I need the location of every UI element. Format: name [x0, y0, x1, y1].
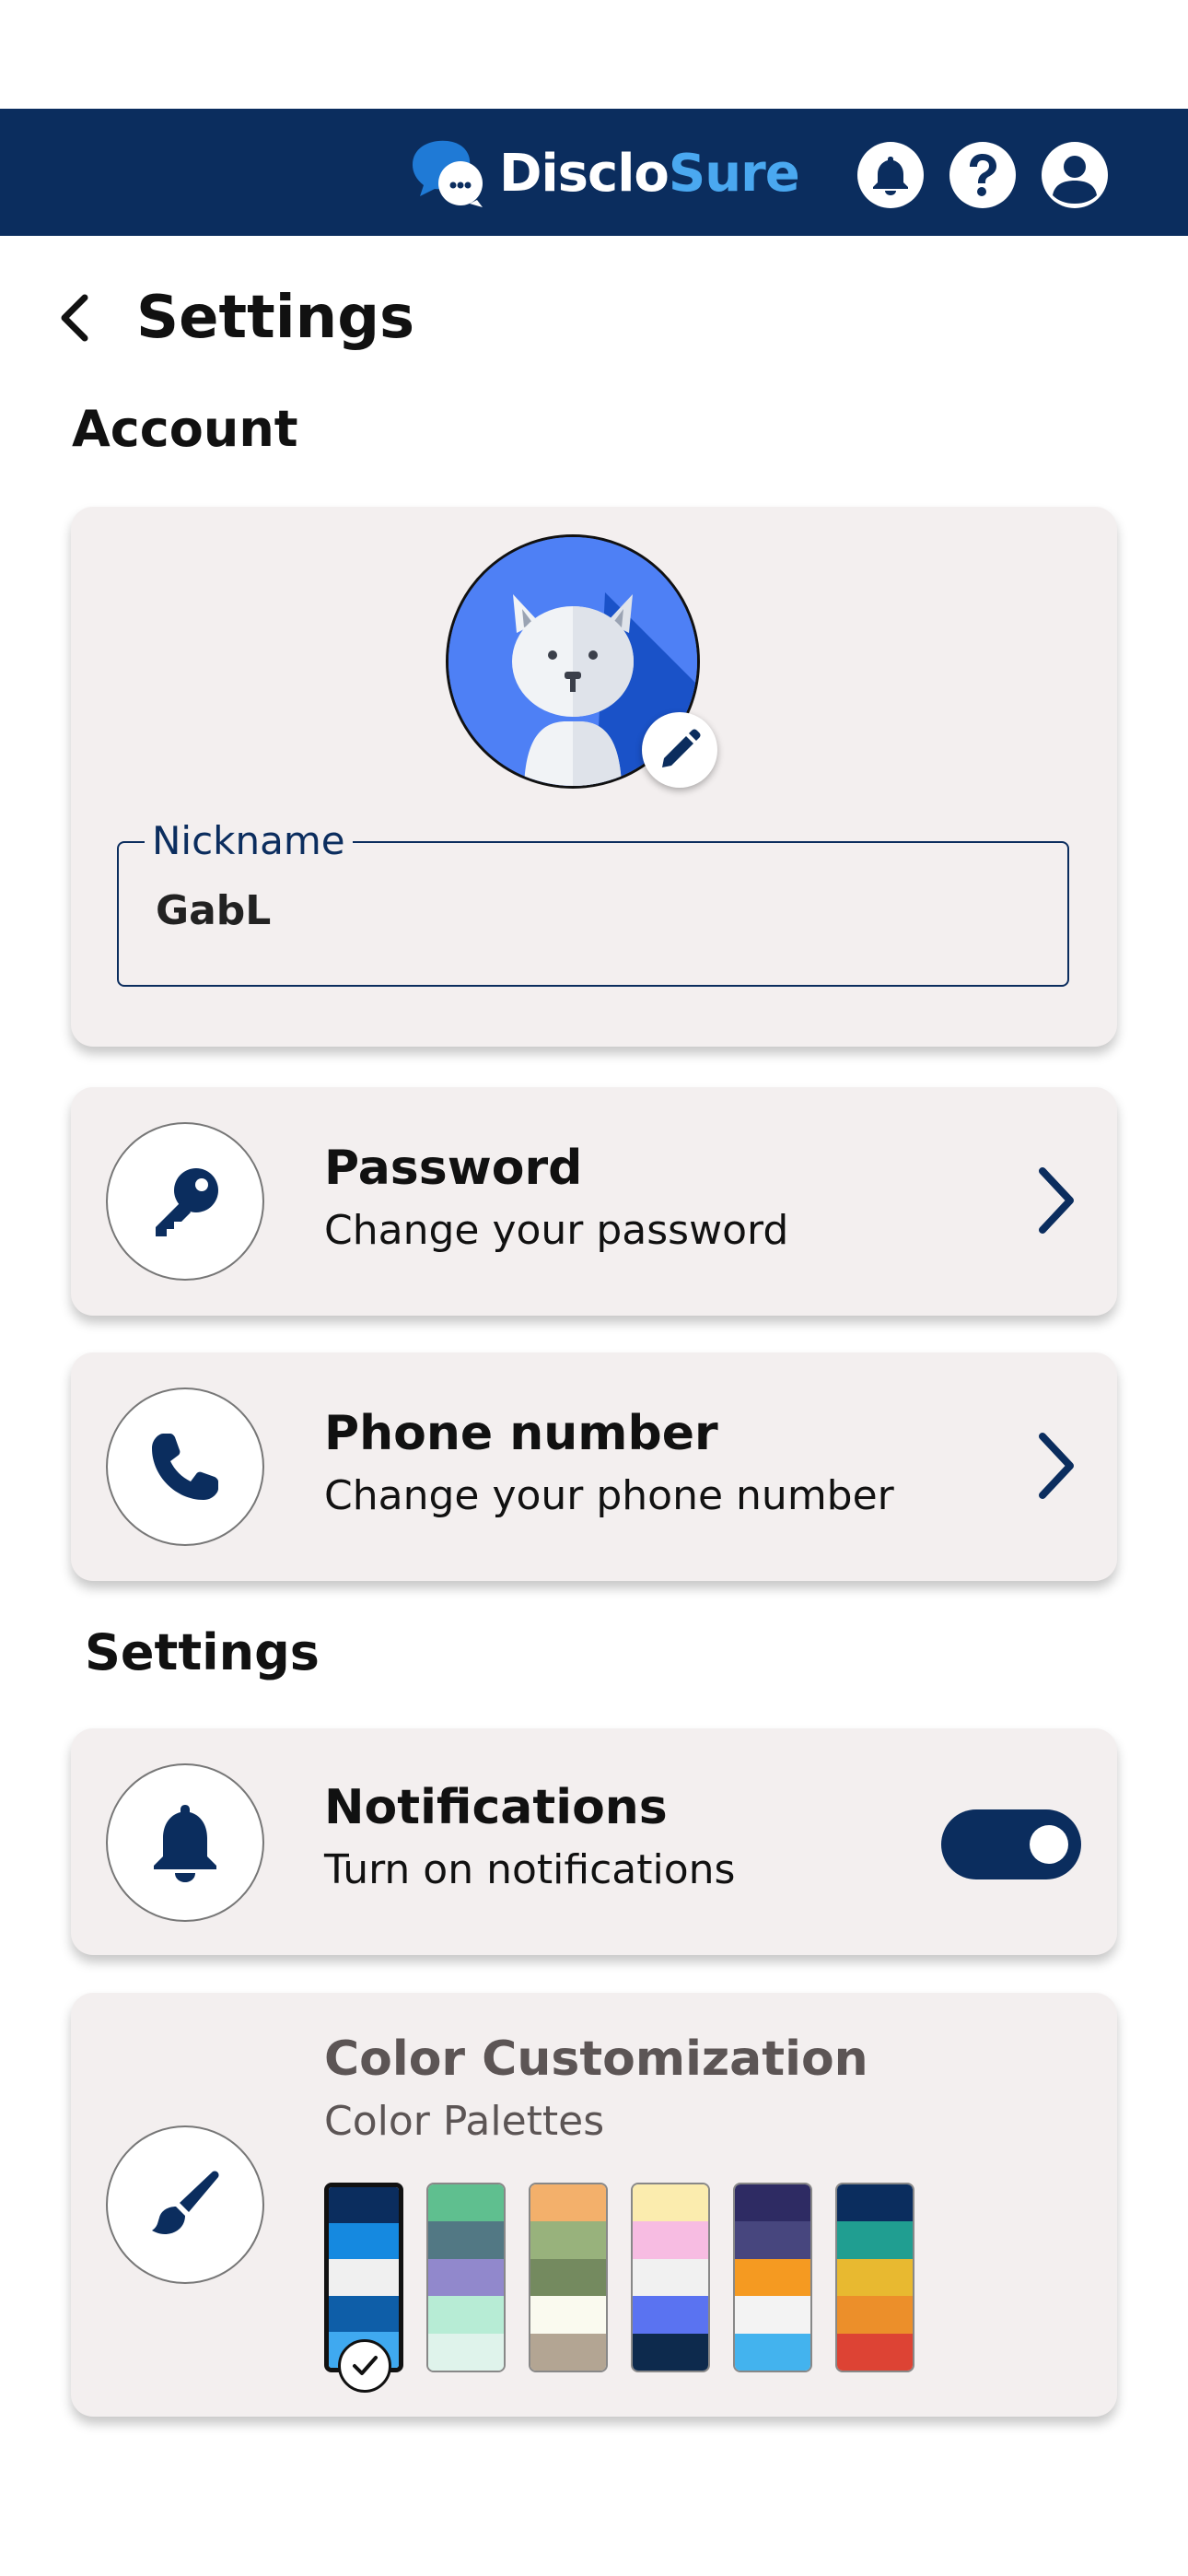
bell-icon	[154, 1805, 216, 1882]
palette-swatch	[329, 2295, 399, 2332]
page-title-row: Settings	[55, 276, 414, 359]
palette-swatch	[530, 2258, 606, 2297]
nickname-field: Nickname	[117, 819, 1069, 987]
app-header: DiscloSure	[0, 109, 1188, 236]
pencil-icon	[662, 729, 701, 767]
palette-swatch	[633, 2333, 708, 2371]
palette-swatch	[530, 2296, 606, 2334]
settings-section-label: Settings	[85, 1623, 320, 1681]
phone-icon	[152, 1434, 218, 1500]
palette-swatch	[633, 2296, 708, 2334]
palette-swatch	[428, 2296, 504, 2334]
palette-option-5[interactable]	[733, 2183, 812, 2372]
palette-swatch	[329, 2187, 399, 2224]
notifications-row: Notifications Turn on notifications	[71, 1728, 1117, 1955]
palette-option-2[interactable]	[426, 2183, 506, 2372]
logo-text: DiscloSure	[499, 143, 800, 204]
nickname-input[interactable]	[156, 887, 984, 934]
toggle-knob	[1030, 1825, 1068, 1864]
phone-number-row[interactable]: Phone number Change your phone number	[71, 1352, 1117, 1581]
palette-swatch	[735, 2333, 810, 2371]
brush-icon	[152, 2171, 219, 2234]
phone-title: Phone number	[324, 1406, 718, 1461]
palette-swatch	[428, 2333, 504, 2371]
password-subtitle: Change your password	[324, 1207, 789, 1254]
key-icon	[156, 1168, 218, 1236]
notifications-subtitle: Turn on notifications	[324, 1846, 736, 1893]
palette-swatch	[428, 2258, 504, 2297]
edit-avatar-button[interactable]	[642, 712, 717, 788]
palette-option-3[interactable]	[529, 2183, 608, 2372]
notifications-button[interactable]	[857, 142, 924, 208]
palette-list	[324, 2183, 914, 2372]
color-customization-card: Color Customization Color Palettes	[71, 1993, 1117, 2417]
account-card: Nickname	[71, 507, 1117, 1047]
palette-swatch	[633, 2258, 708, 2297]
palette-swatch	[329, 2259, 399, 2296]
palette-option-6[interactable]	[835, 2183, 914, 2372]
notifications-icon-circle	[106, 1763, 264, 1922]
palette-swatch	[530, 2333, 606, 2371]
phone-subtitle: Change your phone number	[324, 1472, 894, 1519]
chevron-right-icon	[1029, 1159, 1084, 1242]
bell-icon	[873, 157, 908, 195]
chat-bubble-logo-icon	[407, 137, 486, 209]
palette-swatch	[837, 2221, 913, 2259]
logo-text-part2: Sure	[668, 143, 800, 204]
color-customization-subtitle: Color Palettes	[324, 2098, 605, 2145]
notifications-toggle[interactable]	[941, 1809, 1081, 1879]
palette-swatch	[428, 2184, 504, 2222]
app-logo[interactable]: DiscloSure	[407, 136, 800, 210]
palette-swatch	[633, 2184, 708, 2222]
color-customization-icon-circle	[106, 2125, 264, 2284]
nickname-label: Nickname	[145, 819, 353, 863]
palette-swatch	[530, 2184, 606, 2222]
account-icon	[1053, 156, 1097, 204]
palette-swatch	[735, 2221, 810, 2259]
back-button[interactable]	[55, 281, 111, 355]
palette-option-4[interactable]	[631, 2183, 710, 2372]
password-icon-circle	[106, 1122, 264, 1281]
palette-swatch	[837, 2184, 913, 2222]
page-title: Settings	[136, 284, 415, 352]
password-row[interactable]: Password Change your password	[71, 1087, 1117, 1316]
chevron-left-icon	[61, 294, 88, 342]
palette-swatch	[735, 2258, 810, 2297]
password-title: Password	[324, 1141, 583, 1196]
help-icon	[970, 154, 996, 196]
palette-swatch	[837, 2296, 913, 2334]
palette-swatch	[735, 2184, 810, 2222]
logo-text-part1: Disclo	[499, 143, 670, 204]
palette-swatch	[633, 2221, 708, 2259]
color-customization-title: Color Customization	[324, 2032, 868, 2087]
palette-swatch	[428, 2221, 504, 2259]
palette-swatch	[735, 2296, 810, 2334]
account-section-label: Account	[72, 400, 298, 458]
palette-swatch	[329, 2223, 399, 2260]
palette-swatch	[837, 2258, 913, 2297]
profile-button[interactable]	[1042, 142, 1108, 208]
palette-swatch	[530, 2221, 606, 2259]
notifications-title: Notifications	[324, 1780, 668, 1835]
selected-check-icon	[338, 2339, 391, 2393]
chevron-right-icon	[1029, 1424, 1084, 1507]
palette-swatch	[837, 2333, 913, 2371]
phone-icon-circle	[106, 1388, 264, 1546]
help-button[interactable]	[949, 142, 1016, 208]
